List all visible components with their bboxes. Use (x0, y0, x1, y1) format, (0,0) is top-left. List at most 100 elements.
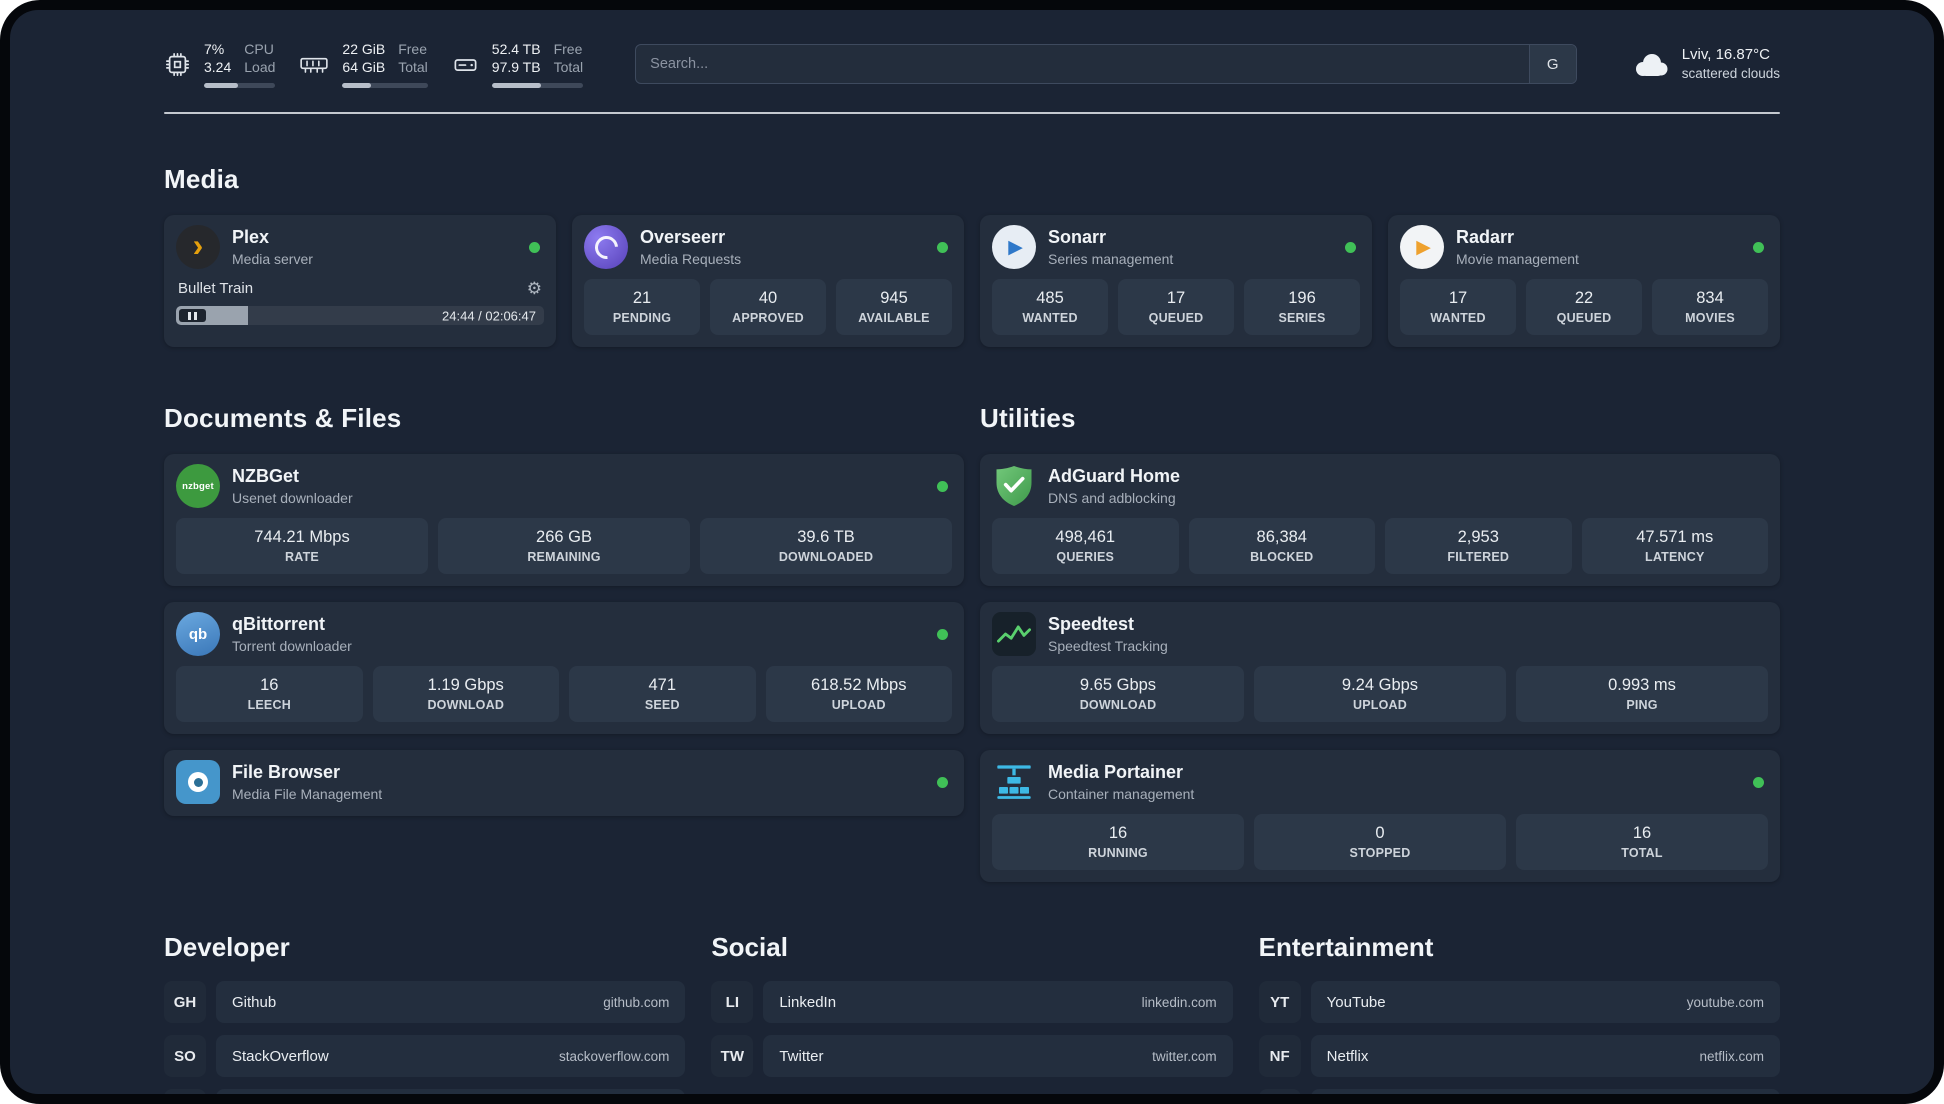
app-card-filebrowser[interactable]: File Browser Media File Management (164, 750, 964, 817)
bookmark-reddit[interactable]: RE Reddit reddit.com (1258, 1089, 1780, 1094)
section-title-documents: Documents & Files (164, 403, 402, 434)
stackoverflow-icon: SO (164, 1035, 206, 1078)
stat-stopped: 0 STOPPED (1254, 814, 1506, 871)
speedtest-graph-icon (992, 612, 1036, 657)
status-dot (1345, 241, 1356, 253)
memory-total-value: 64 GiB (342, 59, 386, 76)
stat-remaining: 266 GB REMAINING (438, 518, 690, 575)
app-name: NZBGet (232, 466, 299, 487)
app-subtitle: Media File Management (232, 785, 383, 802)
stat-ping: 0.993 ms PING (1516, 666, 1768, 723)
stat-queries: 498,461 QUERIES (992, 518, 1179, 575)
disk-label-top: Free (553, 41, 583, 57)
status-dot (529, 241, 540, 253)
app-card-radarr[interactable]: ▶ Radarr Movie management 17 WANTED 22 Q… (1388, 215, 1780, 348)
stat-seed: 471 SEED (569, 666, 756, 723)
section-title-social: Social (711, 932, 788, 963)
app-card-plex[interactable]: › Plex Media server Bullet Train ⚙ 24:44… (164, 215, 556, 348)
pause-icon (188, 311, 191, 320)
adguard-shield-icon (992, 464, 1036, 508)
stat-upload: 9.24 Gbps UPLOAD (1254, 666, 1506, 723)
bookmark-github[interactable]: GH Github github.com (164, 981, 686, 1024)
github-icon: GH (164, 981, 206, 1024)
bookmark-dev[interactable]: DT DEV dev.to (164, 1089, 686, 1094)
weather-condition: scattered clouds (1681, 66, 1780, 82)
dev-icon: DT (164, 1089, 206, 1094)
sonarr-icon: ▶ (992, 225, 1036, 270)
disk-total-value: 97.9 TB (491, 59, 541, 76)
stat-pending: 21 PENDING (584, 279, 700, 336)
stat-upload: 618.52 Mbps UPLOAD (765, 666, 952, 723)
bookmark-linkedin[interactable]: LI LinkedIn linkedin.com (711, 981, 1233, 1024)
app-card-nzbget[interactable]: nzbget NZBGet Usenet downloader 744.21 M… (164, 454, 964, 587)
app-card-sonarr[interactable]: ▶ Sonarr Series management 485 WANTED 17… (980, 215, 1372, 348)
app-name: Sonarr (1048, 227, 1107, 248)
media-grid: › Plex Media server Bullet Train ⚙ 24:44… (164, 215, 1780, 348)
stat-queued: 22 QUEUED (1526, 279, 1642, 336)
bookmark-twitter[interactable]: TW Twitter twitter.com (711, 1035, 1233, 1078)
app-card-qbittorrent[interactable]: qb qBittorrent Torrent downloader 16 LEE… (164, 602, 964, 735)
section-title-utilities: Utilities (980, 403, 1076, 434)
weather-location: Lviv, 16.87°C (1681, 45, 1770, 63)
status-dot (937, 480, 948, 492)
pause-button[interactable] (179, 309, 206, 323)
bookmark-group-developer: Developer GH Github github.com SO StackO… (164, 892, 686, 1094)
stat-approved: 40 APPROVED (710, 279, 826, 336)
memory-free-value: 22 GiB (342, 41, 386, 57)
search-bar: G (635, 44, 1577, 85)
stat-movies: 834 MOVIES (1652, 279, 1768, 336)
stat-rate: 744.21 Mbps RATE (176, 518, 428, 575)
app-subtitle: Speedtest Tracking (1048, 637, 1168, 654)
bookmark-netflix[interactable]: NF Netflix netflix.com (1258, 1035, 1780, 1078)
bookmark-group-entertainment: Entertainment YT YouTube youtube.com NF … (1258, 892, 1780, 1094)
app-subtitle: Series management (1048, 250, 1174, 267)
hard-drive-icon (452, 51, 479, 78)
app-name: AdGuard Home (1048, 466, 1181, 487)
netflix-icon: NF (1258, 1035, 1301, 1078)
memory-widget: 22 GiB 64 GiB Free Total (299, 40, 428, 89)
stat-download: 9.65 Gbps DOWNLOAD (992, 666, 1244, 723)
search-input[interactable] (635, 44, 1577, 85)
app-name: Speedtest (1048, 614, 1135, 635)
plex-icon: › (176, 225, 220, 270)
app-subtitle: Container management (1048, 785, 1195, 802)
memory-usage-bar (342, 83, 428, 89)
top-bar: 7% 3.24 CPU Load 22 GiB 64 GiB Free Tota… (164, 40, 1780, 89)
disk-widget: 52.4 TB 97.9 TB Free Total (452, 40, 584, 89)
bookmark-youtube[interactable]: YT YouTube youtube.com (1258, 981, 1780, 1024)
cpu-usage-bar-fill (204, 83, 239, 89)
bookmark-stackoverflow[interactable]: SO StackOverflow stackoverflow.com (164, 1035, 686, 1078)
memory-label-top: Free (398, 41, 428, 57)
app-subtitle: DNS and adblocking (1048, 489, 1176, 506)
youtube-icon: YT (1258, 981, 1301, 1024)
status-dot (937, 628, 948, 640)
stat-queued: 17 QUEUED (1118, 279, 1234, 336)
utilities-column: Utilities AdGuard Home DNS and adblockin… (980, 353, 1780, 883)
app-subtitle: Media server (232, 250, 313, 267)
stat-blocked: 86,384 BLOCKED (1188, 518, 1375, 575)
cpu-usage-bar (204, 83, 276, 89)
cpu-load-average: 3.24 (204, 59, 232, 76)
app-subtitle: Torrent downloader (232, 637, 352, 654)
app-card-adguard[interactable]: AdGuard Home DNS and adblocking 498,461 … (980, 454, 1780, 587)
cpu-icon (164, 51, 191, 78)
app-name: Radarr (1456, 227, 1515, 248)
topbar-divider (164, 112, 1780, 115)
section-title-media: Media (164, 164, 239, 195)
reddit-icon: RE (1258, 1089, 1301, 1094)
app-card-speedtest[interactable]: Speedtest Speedtest Tracking 9.65 Gbps D… (980, 602, 1780, 735)
app-name: Plex (232, 227, 270, 248)
section-title-developer: Developer (164, 932, 290, 963)
disk-usage-bar-fill (491, 83, 542, 89)
section-title-entertainment: Entertainment (1258, 932, 1434, 963)
app-card-overseerr[interactable]: Overseerr Media Requests 21 PENDING 40 A… (572, 215, 964, 348)
search-engine-button[interactable]: G (1528, 45, 1576, 84)
app-card-portainer[interactable]: Media Portainer Container management 16 … (980, 750, 1780, 883)
stat-running: 16 RUNNING (992, 814, 1244, 871)
settings-gear-icon[interactable]: ⚙ (527, 280, 542, 297)
seek-bar[interactable]: 24:44 / 02:06:47 (176, 306, 544, 326)
weather-widget: Lviv, 16.87°C scattered clouds (1629, 45, 1780, 83)
stat-wanted: 17 WANTED (1400, 279, 1516, 336)
cpu-widget: 7% 3.24 CPU Load (164, 40, 276, 89)
qbittorrent-icon: qb (176, 612, 220, 657)
